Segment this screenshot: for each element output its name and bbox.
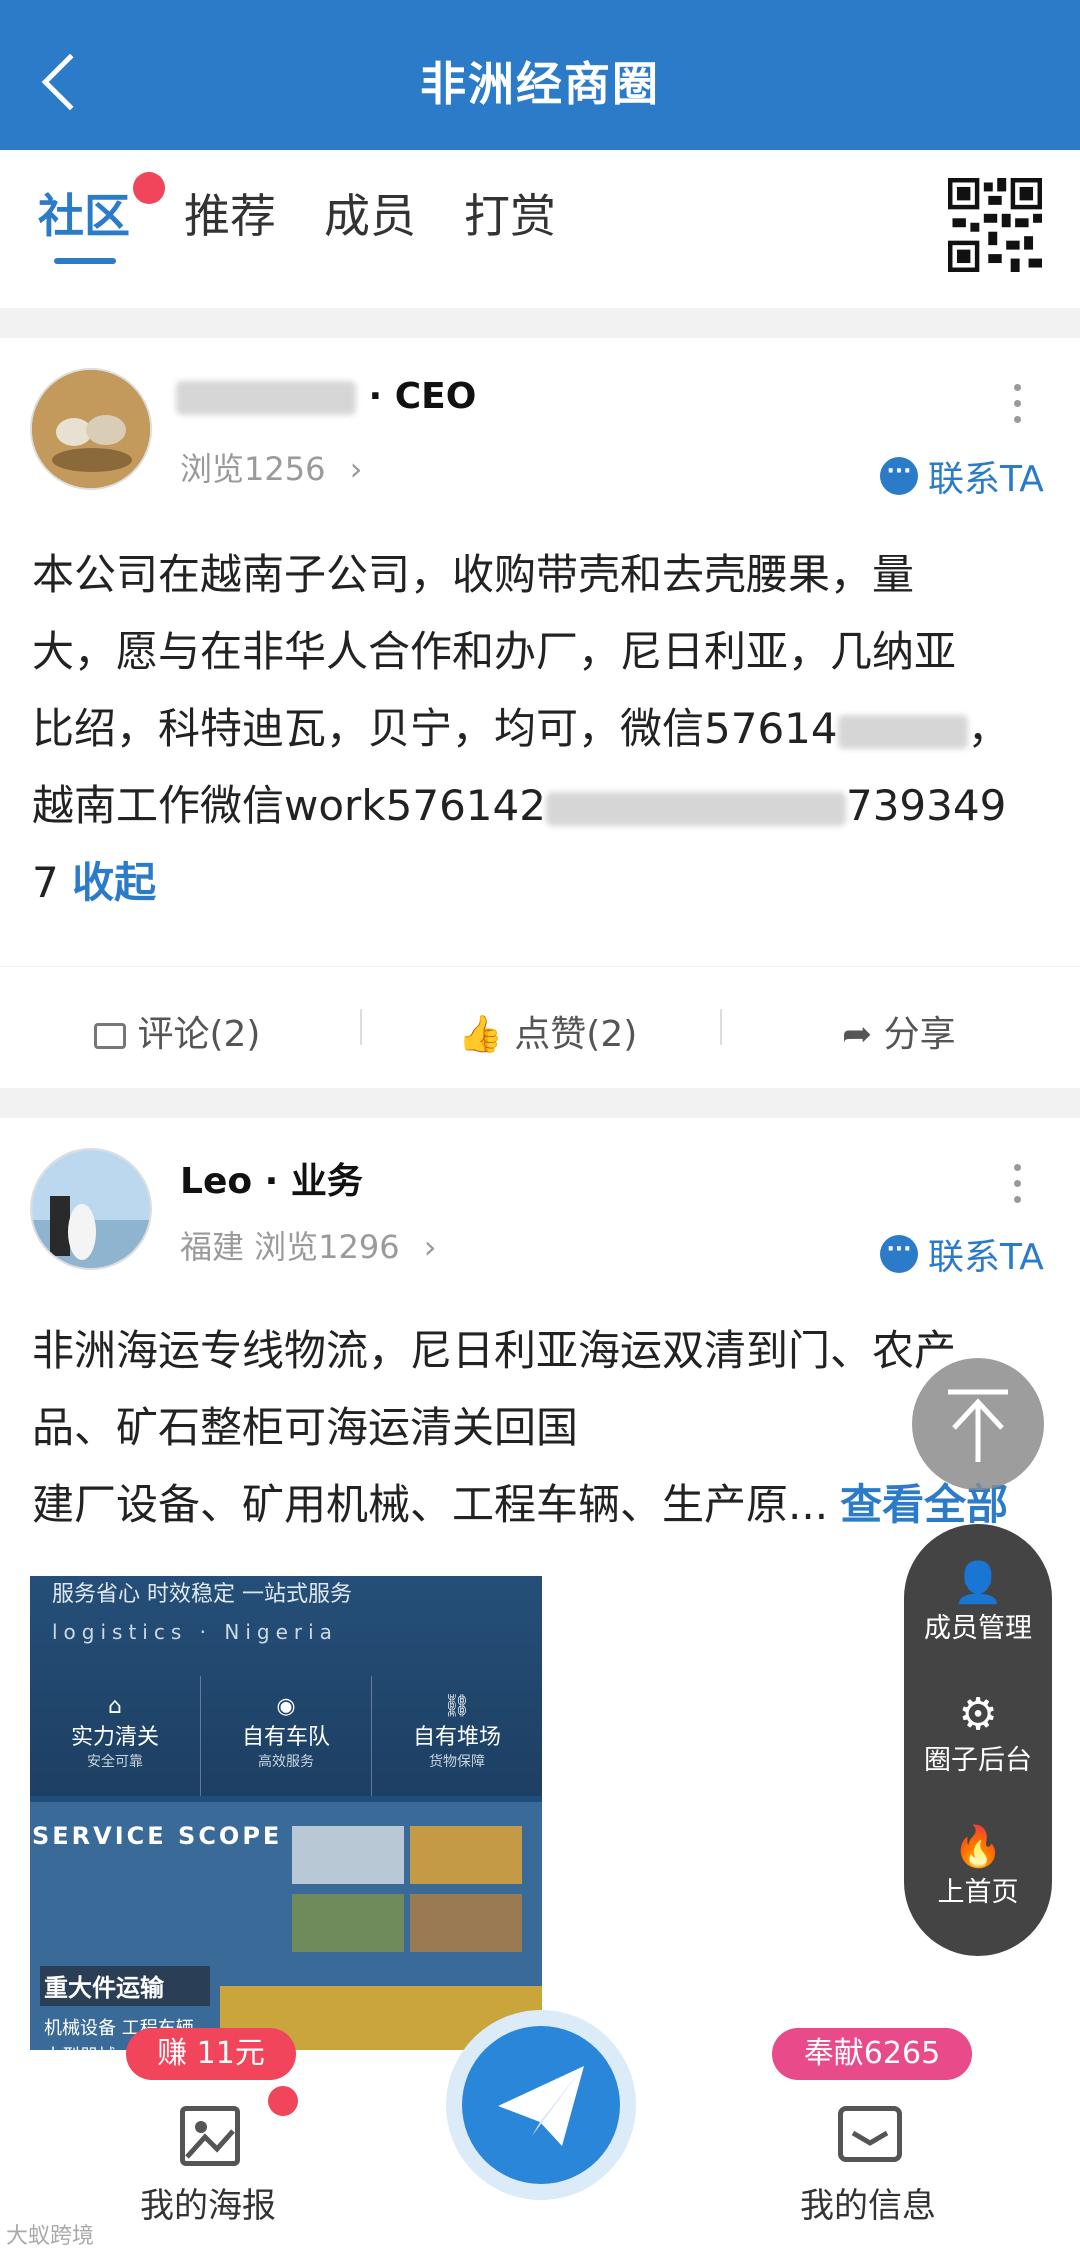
like-button[interactable]: 👍 点赞(2) <box>458 1005 637 1057</box>
poster-top-text: 服务省心 时效稳定 一站式服务 <box>52 1582 352 1607</box>
comment-button[interactable]: 评论(2) <box>94 1005 260 1057</box>
inbox-icon[interactable] <box>838 2106 902 2162</box>
tab-bar: 社区 推荐 成员 打赏 <box>0 150 1080 308</box>
page-title: 非洲经商圈 <box>420 57 660 111</box>
share-icon: ➦ <box>842 1014 873 1055</box>
admin-float-panel: 👤 成员管理 ⚙ 圈子后台 🔥 上首页 <box>904 1524 1052 1956</box>
tab-community[interactable]: 社区 <box>38 180 130 246</box>
home-icon: ⌂ <box>108 1694 122 1719</box>
paper-plane-icon <box>498 2066 584 2146</box>
watermark: 大蚁跨境 <box>6 2224 95 2249</box>
my-poster-label[interactable]: 我的海报 <box>140 2178 276 2227</box>
tab-reward[interactable]: 打赏 <box>464 180 556 246</box>
share-button[interactable]: ➦ 分享 <box>842 1005 956 1057</box>
post-views[interactable]: 福建 浏览1296 › <box>180 1222 437 1268</box>
avatar[interactable] <box>30 368 152 490</box>
more-options-icon[interactable] <box>1014 1164 1024 1212</box>
contact-button[interactable]: ··· 联系TA <box>880 450 1044 502</box>
location-icon: ◉ <box>276 1694 296 1719</box>
avatar-image <box>32 370 150 488</box>
user-manage-icon: 👤 <box>953 1560 1003 1606</box>
my-info-label[interactable]: 我的信息 <box>800 2178 936 2227</box>
tab-members[interactable]: 成员 <box>324 180 416 246</box>
post-author: Leo · 业务 <box>180 1161 363 1202</box>
tab-recommend[interactable]: 推荐 <box>184 180 276 246</box>
circle-backend-button[interactable]: ⚙ 圈子后台 <box>904 1692 1052 1777</box>
app-header: 非洲经商圈 <box>0 0 1080 150</box>
post-content: 本公司在越南子公司，收购带壳和去壳腰果，量 大，愿与在非华人合作和办厂，尼日利亚… <box>32 550 1010 907</box>
more-options-icon[interactable] <box>1014 384 1024 432</box>
poster-scope: SERVICE SCOPE <box>32 1822 283 1850</box>
avatar-image <box>32 1150 150 1268</box>
notification-dot <box>268 2086 298 2116</box>
comment-icon <box>94 1023 126 1049</box>
notification-dot <box>133 172 165 204</box>
gear-icon: ⚙ <box>958 1689 998 1740</box>
publish-button[interactable] <box>446 2010 636 2200</box>
poster-subtitle: logistics · Nigeria <box>52 1620 338 1644</box>
post-content: 非洲海运专线物流，尼日利亚海运双清到门、农产 品、矿石整柜可海运清关回国 建厂设… <box>32 1326 1009 1529</box>
chat-bubble-icon: ··· <box>880 457 918 495</box>
post-views[interactable]: 浏览1256 › <box>180 444 362 490</box>
qr-code-icon[interactable] <box>948 178 1042 272</box>
post-image[interactable]: 服务省心 时效稳定 一站式服务 logistics · Nigeria ⌂ 实力… <box>30 1576 542 2076</box>
tab-active-indicator <box>54 258 116 264</box>
contribution-badge: 奉献6265 <box>772 2028 972 2080</box>
chat-bubble-icon: ··· <box>880 1235 918 1273</box>
link-icon: ⛓ <box>443 1694 471 1719</box>
collapse-link[interactable]: 收起 <box>72 858 156 907</box>
contact-button[interactable]: ··· 联系TA <box>880 1228 1044 1280</box>
member-management-button[interactable]: 👤 成员管理 <box>904 1560 1052 1645</box>
poster-icon[interactable] <box>180 2106 240 2166</box>
poster-features: ⌂ 实力清关 安全可靠 ◉ 自有车队 高效服务 ⛓ 自有堆场 货物保障 <box>30 1676 542 1796</box>
blurred-name <box>176 381 356 415</box>
post-actions: 评论(2) 👍 点赞(2) ➦ 分享 <box>0 966 1080 1086</box>
avatar[interactable] <box>30 1148 152 1270</box>
post-author: · CEO <box>176 376 476 417</box>
poster-heavy: 重大件运输 <box>44 1974 164 2002</box>
flame-icon: 🔥 <box>953 1824 1003 1870</box>
arrow-up-icon <box>948 1389 1008 1462</box>
to-homepage-button[interactable]: 🔥 上首页 <box>904 1824 1052 1909</box>
thumbs-up-icon: 👍 <box>458 1014 503 1055</box>
poster-badge: 赚 11元 <box>126 2028 296 2080</box>
scroll-to-top-button[interactable] <box>912 1358 1044 1490</box>
